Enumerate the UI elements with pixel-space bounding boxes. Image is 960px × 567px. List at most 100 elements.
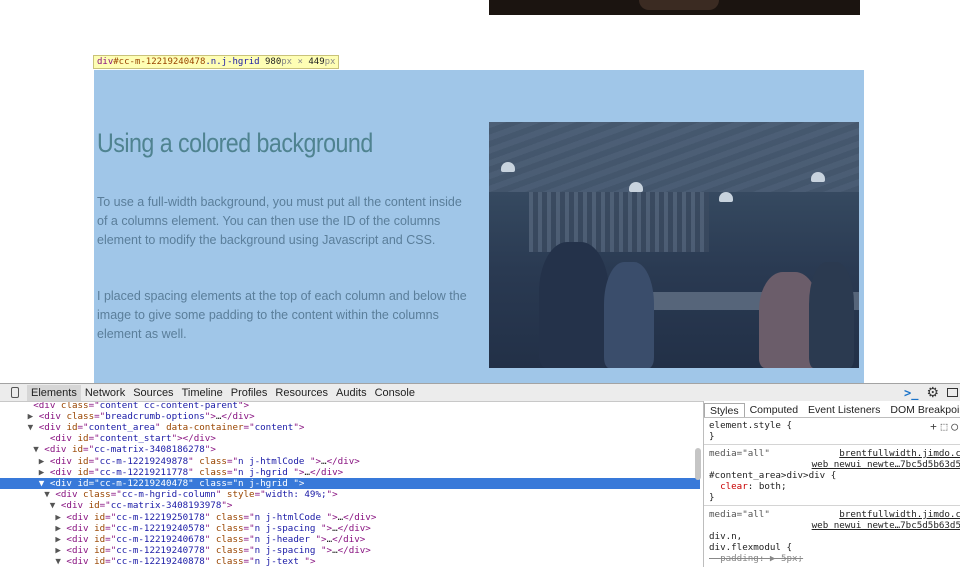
dom-attr-name: id bbox=[77, 433, 89, 445]
dom-attr-value: n j-hgrid bbox=[238, 477, 294, 489]
css-selector[interactable]: div.flexmodul { bbox=[709, 542, 960, 553]
tab-console[interactable]: Console bbox=[371, 385, 419, 401]
dom-tag: <div bbox=[66, 556, 89, 567]
dom-tree-row[interactable]: ▼ <div id="content_area" data-container=… bbox=[0, 422, 700, 433]
dom-tree-row[interactable]: ▼ <div id="cc-matrix-3408186278"> bbox=[0, 444, 700, 455]
css-selector[interactable]: div.n, bbox=[709, 531, 960, 542]
tab-elements[interactable]: Elements bbox=[27, 384, 81, 401]
mobile-device-icon[interactable] bbox=[11, 387, 19, 398]
expand-arrow-icon[interactable]: ▶ bbox=[39, 456, 50, 467]
dom-tree-row[interactable]: ▼ <div id="cc-matrix-3408193978"> bbox=[0, 500, 700, 511]
subtab-computed[interactable]: Computed bbox=[745, 403, 803, 418]
collapse-arrow-icon[interactable]: ▼ bbox=[44, 489, 55, 500]
dom-attr-value: n j-spacing bbox=[254, 545, 321, 557]
dom-attr-name: class bbox=[66, 410, 95, 422]
paragraph-1: To use a full-width background, you must… bbox=[97, 195, 462, 247]
dom-attr-name: id bbox=[94, 511, 106, 523]
dom-attr-value: cc-m-12219240678 bbox=[116, 533, 205, 545]
dom-tree-row[interactable]: ▶ <div id="cc-m-12219240678" class="n j-… bbox=[0, 534, 700, 545]
expand-arrow-icon[interactable]: ▶ bbox=[39, 467, 50, 478]
stylesheet-source: web_newui_newte…7bc5d5b63d5 bbox=[709, 520, 960, 531]
dom-tree-row[interactable]: ▼ <div id="cc-m-12219240878" class="n j-… bbox=[0, 556, 700, 567]
collapse-arrow-icon[interactable]: ▼ bbox=[33, 444, 44, 455]
collapse-arrow-icon[interactable]: ▼ bbox=[55, 556, 66, 567]
dom-tag: <div bbox=[38, 421, 61, 433]
element-size-tooltip: div#cc-m-12219240478.n.j-hgrid 980px × 4… bbox=[93, 55, 340, 69]
dom-attr-name: id bbox=[94, 556, 106, 567]
tab-timeline[interactable]: Timeline bbox=[178, 385, 227, 401]
gear-icon[interactable]: ⚙ bbox=[926, 384, 939, 401]
stylesheet-link[interactable]: brentfullwidth.jimdo.c bbox=[839, 509, 960, 520]
css-property[interactable]: padding: ▶ 5px; bbox=[709, 553, 960, 564]
dom-attr-name: class bbox=[199, 455, 227, 467]
tab-resources[interactable]: Resources bbox=[271, 385, 332, 401]
rule-close: } bbox=[709, 492, 715, 503]
dom-tag: <div bbox=[66, 533, 89, 545]
dom-attr-value: n j-spacing bbox=[254, 522, 321, 534]
collapse-arrow-icon[interactable]: ▼ bbox=[28, 422, 39, 433]
css-prop-value: both; bbox=[758, 481, 787, 492]
dom-attr-value: breadcrumb-options bbox=[105, 410, 205, 422]
expand-arrow-icon[interactable]: ▶ bbox=[55, 545, 66, 556]
dom-attr-name: class bbox=[199, 477, 227, 489]
tab-profiles[interactable]: Profiles bbox=[227, 385, 272, 401]
subtab-styles[interactable]: Styles bbox=[704, 403, 745, 418]
console-prompt-icon[interactable]: >_ bbox=[904, 386, 918, 400]
elements-scrollbar[interactable] bbox=[695, 448, 701, 480]
expand-arrow-icon[interactable]: ▶ bbox=[55, 534, 66, 545]
dom-tree-row[interactable]: ▶ <div id="cc-m-12219211778" class="n j-… bbox=[0, 467, 700, 478]
css-property[interactable]: clear: both; bbox=[709, 481, 960, 492]
dom-attr-value: cc-matrix-3408193978 bbox=[110, 500, 222, 512]
bar-photo bbox=[489, 122, 859, 368]
dom-attr-name: class bbox=[215, 556, 244, 567]
dom-tag: <div bbox=[49, 433, 72, 445]
tab-network[interactable]: Network bbox=[81, 385, 129, 401]
dom-attr-name: data-container bbox=[166, 421, 244, 433]
elements-tree[interactable]: <div class="content cc-content-parent"> … bbox=[0, 402, 700, 567]
dom-attr-name: class bbox=[215, 522, 244, 534]
dom-tree-row[interactable]: ▶ <div id="cc-m-12219249878" class="n j-… bbox=[0, 456, 700, 467]
dom-tag: <div bbox=[49, 455, 72, 467]
dom-attr-name: class bbox=[199, 466, 227, 478]
subtab-dom-breakpoints[interactable]: DOM Breakpoints bbox=[885, 403, 960, 418]
dom-attr-value: cc-m-12219240778 bbox=[116, 545, 205, 557]
dom-attr-name: id bbox=[71, 444, 84, 456]
collapse-arrow-icon[interactable]: ▼ bbox=[50, 500, 61, 511]
stylesheet-link[interactable]: web_newui_newte…7bc5d5b63d5 bbox=[812, 459, 960, 470]
expand-arrow-icon[interactable]: ▶ bbox=[28, 411, 39, 422]
dom-tree-row[interactable]: ▼ <div class="cc-m-hgrid-column" style="… bbox=[0, 489, 700, 500]
subtab-event-listeners[interactable]: Event Listeners bbox=[803, 403, 885, 418]
expand-arrow-icon[interactable]: ▶ bbox=[55, 512, 66, 523]
media-query: media="all" brentfullwidth.jimdo.c bbox=[709, 448, 960, 459]
dom-tree-row[interactable]: ▼ <div id="cc-m-12219240478" class="n j-… bbox=[0, 477, 700, 490]
dom-tag: <div bbox=[33, 402, 56, 411]
dom-attr-name: class bbox=[215, 545, 244, 557]
dom-tag: <div bbox=[60, 500, 84, 512]
stylesheet-source: web_newui_newte…7bc5d5b63d5 bbox=[709, 459, 960, 470]
dom-attr-name: id bbox=[77, 477, 89, 489]
paragraph-2: I placed spacing elements at the top of … bbox=[97, 289, 467, 341]
dom-tree-row[interactable]: <div class="content cc-content-parent"> bbox=[0, 402, 700, 411]
dom-tree-row[interactable]: ▶ <div id="cc-m-12219240578" class="n j-… bbox=[0, 523, 700, 534]
stylesheet-link[interactable]: brentfullwidth.jimdo.c bbox=[839, 448, 960, 459]
css-selector[interactable]: element.style { bbox=[709, 420, 960, 431]
css-prop-name: padding bbox=[720, 553, 759, 564]
dom-attr-value: cc-matrix-3408186278 bbox=[94, 444, 205, 456]
stylesheet-link[interactable]: web_newui_newte…7bc5d5b63d5 bbox=[812, 520, 960, 531]
dock-icon[interactable] bbox=[947, 388, 958, 397]
dom-attr-value: content_area bbox=[88, 421, 155, 433]
dom-attr-value: width: 49%; bbox=[265, 489, 327, 501]
dom-tree-row[interactable]: <div id="content_start"></div> bbox=[0, 433, 700, 444]
dom-attr-name: id bbox=[77, 455, 89, 467]
dom-attr-name: style bbox=[226, 489, 255, 501]
collapse-arrow-icon[interactable]: ▼ bbox=[39, 478, 50, 489]
dom-tree-row[interactable]: ▶ <div id="cc-m-12219250178" class="n j-… bbox=[0, 512, 700, 523]
dom-tree-row[interactable]: ▶ <div class="breadcrumb-options">…</div… bbox=[0, 411, 700, 422]
dom-attr-name: id bbox=[88, 500, 100, 512]
tab-audits[interactable]: Audits bbox=[332, 385, 371, 401]
dom-attr-value: cc-m-12219240478 bbox=[99, 477, 189, 489]
css-selector[interactable]: #content_area>div>div { bbox=[709, 470, 960, 481]
tab-sources[interactable]: Sources bbox=[129, 385, 177, 401]
dom-tree-row[interactable]: ▶ <div id="cc-m-12219240778" class="n j-… bbox=[0, 545, 700, 556]
expand-arrow-icon[interactable]: ▶ bbox=[55, 523, 66, 534]
